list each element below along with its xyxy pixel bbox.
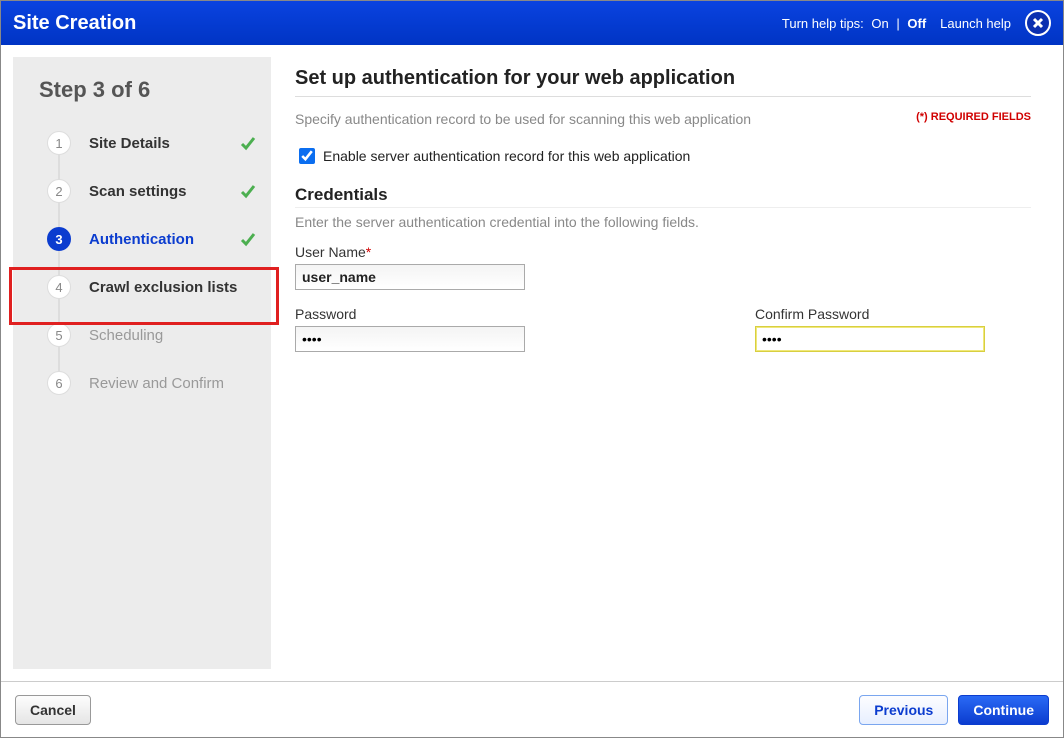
required-fields-note: (*) REQUIRED FIELDS [916,111,1031,123]
step-scan-settings[interactable]: 2 Scan settings [13,167,271,215]
checkmark-icon [239,230,257,248]
help-prefix: Turn help tips: [782,16,868,31]
main-panel: Set up authentication for your web appli… [271,57,1051,669]
confirm-password-field-group: Confirm Password [755,306,985,352]
enable-auth-checkbox[interactable] [299,148,315,164]
previous-button[interactable]: Previous [859,695,948,725]
confirm-password-input[interactable] [755,326,985,352]
step-crawl-exclusion[interactable]: 4 Crawl exclusion lists [13,263,271,311]
step-number: 1 [47,131,71,155]
username-input[interactable] [295,264,525,290]
step-label: Scheduling [89,327,163,344]
step-number: 6 [47,371,71,395]
wizard-header: Site Creation Turn help tips: On | Off L… [1,1,1063,45]
close-button[interactable] [1025,10,1051,36]
step-scheduling[interactable]: 5 Scheduling [13,311,271,359]
wizard-body: Step 3 of 6 1 Site Details 2 Scan settin… [1,45,1063,681]
help-tips-off[interactable]: Off [907,16,926,31]
confirm-password-label: Confirm Password [755,306,985,322]
close-icon [1032,17,1044,29]
checkmark-icon [239,134,257,152]
wizard-footer: Cancel Previous Continue [1,681,1063,737]
password-input[interactable] [295,326,525,352]
step-number: 5 [47,323,71,347]
divider [295,96,1031,97]
step-label: Crawl exclusion lists [89,279,237,296]
divider [295,207,1031,208]
wizard-title: Site Creation [13,12,782,35]
page-title: Set up authentication for your web appli… [295,67,1031,90]
enable-auth-label: Enable server authentication record for … [323,148,690,164]
step-list: 1 Site Details 2 Scan settings 3 Authent… [13,119,271,407]
credentials-title: Credentials [295,185,1031,205]
step-label: Scan settings [89,183,187,200]
enable-auth-row: Enable server authentication record for … [295,145,1031,167]
step-number: 4 [47,275,71,299]
help-sep: | [893,16,904,31]
step-heading: Step 3 of 6 [39,77,271,103]
launch-help-link[interactable]: Launch help [940,16,1011,31]
username-label: User Name* [295,244,525,260]
step-review-confirm[interactable]: 6 Review and Confirm [13,359,271,407]
step-label: Site Details [89,135,170,152]
password-field-group: Password [295,306,525,352]
step-number: 3 [47,227,71,251]
site-creation-wizard: Site Creation Turn help tips: On | Off L… [0,0,1064,738]
help-controls: Turn help tips: On | Off Launch help [782,10,1051,36]
step-label: Review and Confirm [89,375,224,392]
step-number: 2 [47,179,71,203]
username-field-group: User Name* [295,244,525,290]
password-label: Password [295,306,525,322]
step-authentication[interactable]: 3 Authentication [13,215,271,263]
help-tips-on[interactable]: On [871,16,888,31]
step-site-details[interactable]: 1 Site Details [13,119,271,167]
step-label: Authentication [89,231,194,248]
continue-button[interactable]: Continue [958,695,1049,725]
required-star: * [366,244,371,260]
credentials-description: Enter the server authentication credenti… [295,214,1031,230]
sidebar: Step 3 of 6 1 Site Details 2 Scan settin… [13,57,271,669]
checkmark-icon [239,182,257,200]
cancel-button[interactable]: Cancel [15,695,91,725]
